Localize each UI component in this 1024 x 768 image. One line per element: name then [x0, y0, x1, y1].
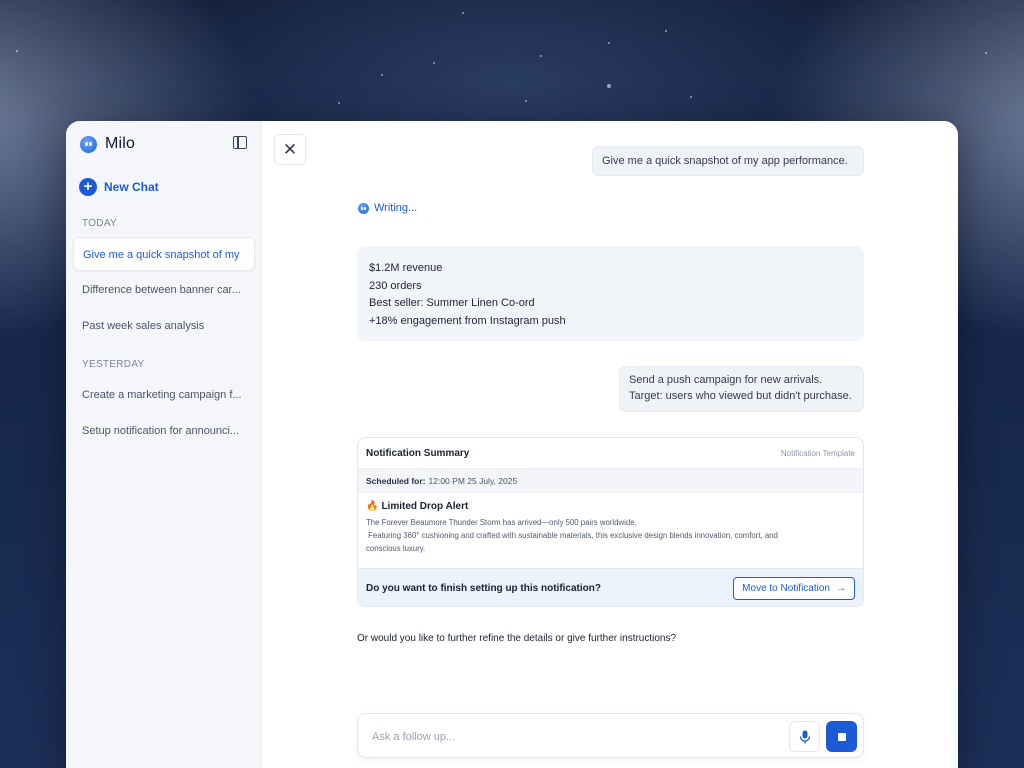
notification-card-footer: Do you want to finish setting up this no…: [358, 568, 863, 606]
history-item[interactable]: Create a marketing campaign f...: [73, 378, 255, 412]
microphone-icon: [799, 730, 810, 743]
close-icon: ✕: [282, 139, 298, 159]
move-to-notification-label: Move to Notification: [742, 582, 830, 594]
app-window: Milo + New Chat TODAY Give me a quick sn…: [66, 121, 958, 768]
brand: Milo: [80, 135, 135, 153]
notification-template-label: Notification Template: [780, 448, 855, 458]
history-item[interactable]: Give me a quick snapshot of my: [73, 237, 255, 271]
answer-line: +18% engagement from Instagram push: [369, 314, 566, 327]
chat-area: ✕ Give me a quick snapshot of my app per…: [262, 121, 958, 768]
assistant-answer: $1.2M revenue 230 orders Best seller: Su…: [357, 246, 864, 341]
arrow-right-icon: →: [836, 582, 846, 594]
notification-card-header: Notification Summary Notification Templa…: [358, 438, 863, 469]
stop-icon: [837, 732, 846, 741]
alert-description: The Forever Beaumore Thunder Storm has a…: [366, 517, 855, 555]
notification-title: Notification Summary: [366, 447, 470, 459]
history-item[interactable]: Past week sales analysis: [73, 309, 255, 343]
alert-description-line: conscious luxury.: [366, 543, 426, 553]
user-message: Send a push campaign for new arrivals. T…: [619, 366, 864, 412]
new-chat-label: New Chat: [104, 180, 159, 194]
app-name: Milo: [105, 135, 136, 152]
sidebar: Milo + New Chat TODAY Give me a quick sn…: [66, 121, 262, 768]
alert-description-line: The Forever Beaumore Thunder Storm has a…: [366, 518, 637, 527]
section-label-yesterday: YESTERDAY: [82, 359, 145, 370]
new-chat-button[interactable]: + New Chat: [79, 178, 159, 196]
alert-title: 🔥 Limited Drop Alert: [366, 501, 855, 512]
schedule-label: Scheduled for:: [366, 475, 426, 486]
milo-logo-icon: [80, 135, 97, 153]
plus-icon: +: [79, 178, 97, 196]
schedule-value: 12:00 PM 25 July, 2025: [428, 475, 518, 486]
finish-setup-question: Do you want to finish setting up this no…: [366, 582, 601, 594]
follow-up-box: [357, 713, 864, 758]
assistant-status: Writing...: [358, 202, 417, 214]
alert-description-line: Featuring 360° cushioning and crafted wi…: [366, 530, 778, 540]
alert-title-text: Limited Drop Alert: [381, 501, 469, 512]
follow-up-input[interactable]: [372, 727, 772, 747]
notification-schedule: Scheduled for: 12:00 PM 25 July, 2025: [358, 469, 863, 493]
close-button[interactable]: ✕: [274, 134, 306, 165]
user-message-line: Send a push campaign for new arrivals.: [629, 374, 823, 386]
answer-line: 230 orders: [369, 279, 422, 292]
answer-line: $1.2M revenue: [369, 262, 443, 274]
answer-line: Best seller: Summer Linen Co-ord: [369, 297, 535, 309]
history-item[interactable]: Difference between banner car...: [73, 273, 255, 307]
user-message-line: Target: users who viewed but didn't purc…: [629, 389, 852, 402]
voice-input-button[interactable]: [789, 721, 820, 752]
writing-label: Writing...: [374, 202, 418, 214]
history-item[interactable]: Setup notification for announci...: [73, 414, 255, 448]
move-to-notification-button[interactable]: Move to Notification →: [733, 576, 855, 600]
notification-summary-card: Notification Summary Notification Templa…: [357, 437, 864, 607]
section-label-today: TODAY: [82, 218, 118, 229]
notification-body: 🔥 Limited Drop Alert The Forever Beaumor…: [358, 493, 863, 568]
assistant-avatar-icon: [358, 202, 369, 214]
user-message-text: Give me a quick snapshot of my app perfo…: [602, 155, 848, 167]
fire-icon: 🔥: [366, 501, 379, 512]
sidebar-toggle-icon[interactable]: [233, 136, 247, 149]
stop-generation-button[interactable]: [826, 721, 857, 752]
user-message: Give me a quick snapshot of my app perfo…: [592, 146, 864, 176]
refine-prompt: Or would you like to further refine the …: [357, 633, 677, 644]
